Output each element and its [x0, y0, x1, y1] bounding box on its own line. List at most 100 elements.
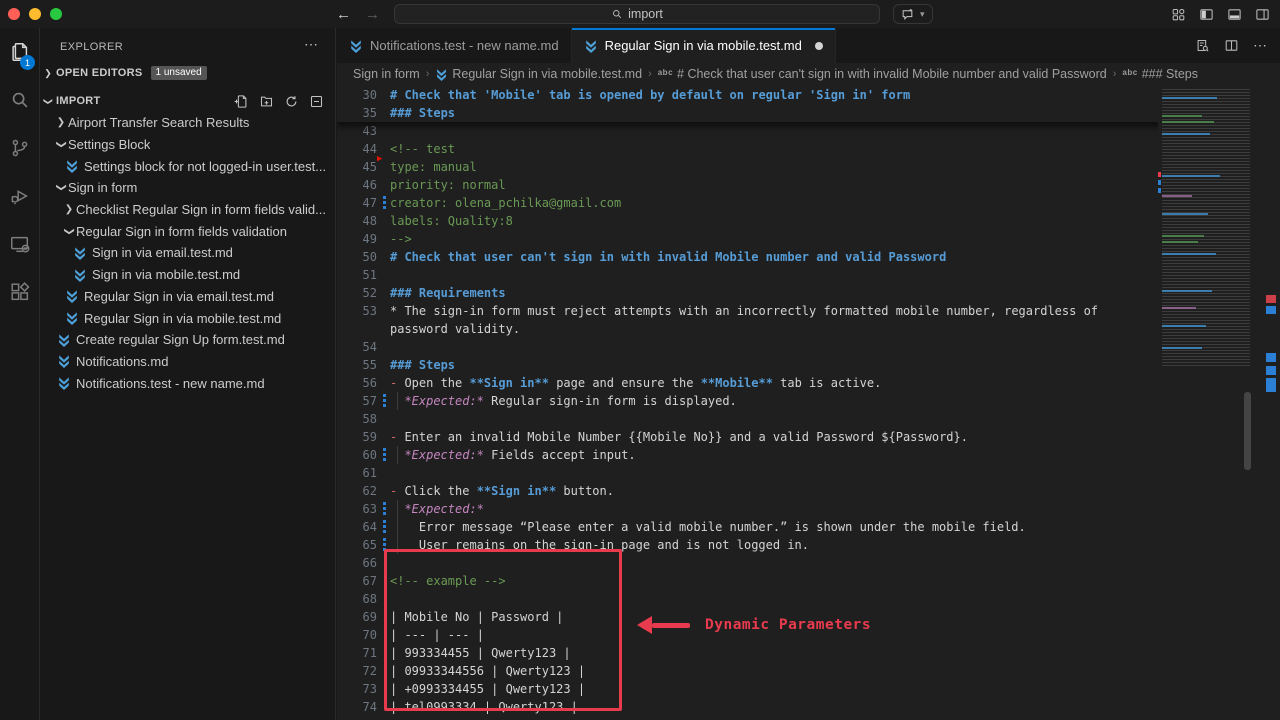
customize-layout-icon[interactable] [1171, 7, 1186, 22]
annotation-label: Dynamic Parameters [705, 617, 871, 633]
tree-item-label: Settings Block [68, 137, 150, 152]
code-token: <!-- test [390, 142, 455, 156]
line-number: 61 [337, 464, 377, 482]
code-text: <!-- test [390, 140, 1147, 158]
code-token: **Sign in** [469, 376, 548, 390]
new-file-icon[interactable] [234, 94, 249, 109]
code-text [390, 410, 1147, 428]
abc-symbol-icon: abc [1122, 68, 1137, 77]
import-section-header[interactable]: ❯ IMPORT [40, 90, 336, 112]
tab-label: Notifications.test - new name.md [370, 38, 559, 53]
line-number: 51 [337, 266, 377, 284]
explorer-more-actions[interactable]: ⋯ [304, 36, 319, 53]
split-editor-icon[interactable] [1224, 38, 1239, 53]
line-number: 56 [337, 374, 377, 392]
modified-gutter-indicator [383, 520, 386, 534]
tree-item-label: Regular Sign in form fields validation [76, 224, 287, 239]
open-editors-section[interactable]: ❯ OPEN EDITORS 1 unsaved [40, 62, 336, 84]
minimap[interactable] [1158, 85, 1263, 720]
breadcrumb-item[interactable]: Sign in form [353, 67, 420, 81]
line-number [337, 320, 377, 338]
tree-item[interactable]: ❯Checklist Regular Sign in form fields v… [40, 199, 336, 221]
tree-item-label: Create regular Sign Up form.test.md [76, 332, 285, 347]
refresh-icon[interactable] [284, 94, 299, 109]
code-line: 57*Expected:* Regular sign-in form is di… [337, 392, 1147, 410]
code-line: 49--> [337, 230, 1147, 248]
new-folder-icon[interactable] [259, 94, 274, 109]
code-line: 54 [337, 338, 1147, 356]
line-number: 45 [337, 158, 377, 176]
chevron-down-icon: ▾ [920, 9, 925, 20]
tree-item[interactable]: ❯Settings Block [40, 134, 336, 156]
copilot-button[interactable]: ▾ [893, 4, 933, 24]
gutter [377, 86, 390, 104]
sidebar-item-run-debug[interactable] [0, 172, 40, 220]
tree-item[interactable]: Regular Sign in via mobile.test.md [40, 307, 336, 329]
tree-item[interactable]: ❯Airport Transfer Search Results [40, 112, 336, 134]
markdown-file-icon [65, 289, 79, 303]
editor-tab[interactable]: Notifications.test - new name.md [337, 28, 572, 63]
minimize-window-button[interactable] [29, 8, 41, 20]
code-line: 46priority: normal [337, 176, 1147, 194]
code-line: 51 [337, 266, 1147, 284]
sidebar-item-extensions[interactable] [0, 268, 40, 316]
chevron-down-icon: ❯ [43, 93, 54, 109]
modified-gutter-indicator [383, 394, 386, 408]
gutter [377, 158, 390, 176]
tree-item[interactable]: Settings block for not logged-in user.te… [40, 155, 336, 177]
maximize-window-button[interactable] [50, 8, 62, 20]
tree-item[interactable]: ❯Regular Sign in form fields validation [40, 220, 336, 242]
chevron-down-icon: ❯ [56, 138, 67, 152]
code-text: ### Steps [390, 104, 1280, 122]
markdown-file-icon [65, 159, 79, 173]
tree-item[interactable]: Notifications.test - new name.md [40, 372, 336, 394]
editor-tab[interactable]: Regular Sign in via mobile.test.md [572, 28, 836, 63]
editor-area: Notifications.test - new name.md Regular … [337, 28, 1280, 720]
close-window-button[interactable] [8, 8, 20, 20]
scrollbar-handle[interactable] [1244, 392, 1251, 470]
gutter [377, 410, 390, 428]
editor-content[interactable]: 4344▶<!-- test45type: manual46priority: … [337, 85, 1280, 720]
breadcrumb-item[interactable]: Regular Sign in via mobile.test.md [435, 67, 642, 81]
breadcrumb-item[interactable]: abc### Steps [1122, 67, 1198, 81]
breadcrumb: Sign in form›Regular Sign in via mobile.… [337, 63, 1280, 85]
back-button[interactable]: ← [336, 6, 351, 23]
forward-button[interactable]: → [365, 6, 380, 23]
tree-item[interactable]: Regular Sign in via email.test.md [40, 286, 336, 308]
code-line: 48labels: Quality:8 [337, 212, 1147, 230]
sidebar-item-remote-explorer[interactable] [0, 220, 40, 268]
annotation-arrow: Dynamic Parameters [637, 616, 871, 634]
tree-item[interactable]: Sign in via mobile.test.md [40, 264, 336, 286]
chevron-right-icon: ❯ [62, 204, 76, 215]
code-text [390, 122, 1147, 140]
tree-item[interactable]: ❯Sign in form [40, 177, 336, 199]
sidebar-item-source-control[interactable] [0, 124, 40, 172]
tree-item-label: Sign in form [68, 180, 137, 195]
tree-item[interactable]: Notifications.md [40, 351, 336, 373]
window-controls [8, 8, 62, 20]
markdown-file-icon [65, 311, 79, 325]
sidebar-item-search[interactable] [0, 76, 40, 124]
code-line: 58 [337, 410, 1147, 428]
tree-item[interactable]: Sign in via email.test.md [40, 242, 336, 264]
line-number: 74 [337, 698, 377, 716]
code-token: - [390, 376, 404, 390]
markdown-file-icon [57, 376, 71, 390]
toggle-primary-sidebar-icon[interactable] [1199, 7, 1214, 22]
code-text: - Open the **Sign in** page and ensure t… [390, 374, 1147, 392]
open-preview-icon[interactable] [1195, 38, 1210, 53]
toggle-secondary-sidebar-icon[interactable] [1255, 7, 1270, 22]
collapse-all-icon[interactable] [309, 94, 324, 109]
line-number: 66 [337, 554, 377, 572]
line-number: 62 [337, 482, 377, 500]
editor-more-actions-icon[interactable]: ⋯ [1253, 37, 1268, 54]
code-token: type: manual [390, 160, 477, 174]
tab-bar: Notifications.test - new name.md Regular … [337, 28, 1280, 63]
sidebar-item-explorer[interactable]: 1 [0, 28, 40, 76]
toggle-panel-icon[interactable] [1227, 7, 1242, 22]
line-number: 60 [337, 446, 377, 464]
code-text: type: manual [390, 158, 1147, 176]
tree-item[interactable]: Create regular Sign Up form.test.md [40, 329, 336, 351]
breadcrumb-item[interactable]: abc# Check that user can't sign in with … [658, 67, 1107, 81]
command-center-search[interactable]: import [394, 4, 880, 24]
